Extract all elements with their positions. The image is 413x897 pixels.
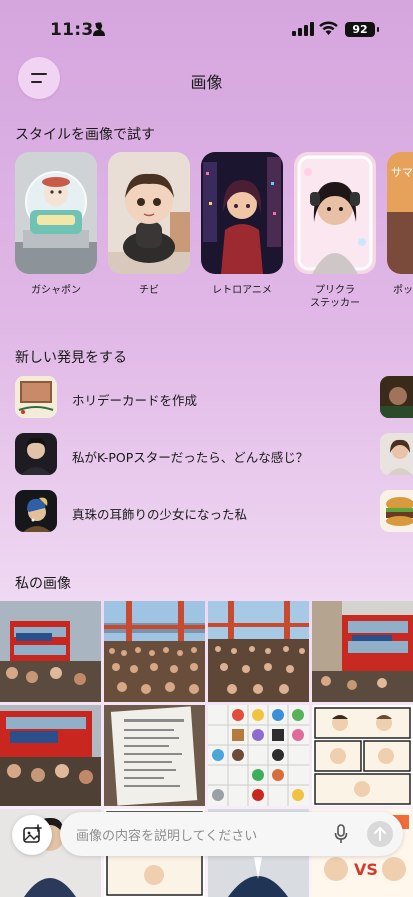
battery-tip [377,27,379,32]
image-upload-button[interactable] [12,815,52,855]
style-card-retro-anime[interactable] [201,152,283,274]
discover-item-kpop-star[interactable]: 私がK-POPスターだったら、どんな感じ？ [0,432,413,478]
svg-text:サマ: サマ [391,166,413,179]
side-thumbnail-1 [380,376,413,418]
style-card-partial[interactable]: サマ [387,152,413,274]
image-tile[interactable] [0,705,101,806]
image-tile[interactable] [208,601,309,702]
style-card-chibi[interactable] [108,152,190,274]
image-tile[interactable] [312,705,413,806]
styles-section-title: スタイルを画像で試す [15,127,155,143]
style-label-gashapon: ガシャポン [31,285,81,296]
my-images-title: 私の画像 [15,576,71,592]
retro-anime-thumbnail [201,152,283,274]
image-plus-icon [23,824,42,843]
microphone-icon[interactable] [334,824,348,844]
holiday-card-thumbnail [15,376,57,418]
side-thumbnail-2 [380,433,413,475]
side-thumbnail-3 [380,490,413,532]
wifi-icon [319,21,338,35]
discover-label-holiday-card: ホリデーカードを作成 [72,393,198,408]
style-card-gashapon[interactable] [15,152,97,274]
image-tile[interactable] [0,601,101,702]
discover-label-kpop-star: 私がK-POPスターだったら、どんな感じ？ [72,450,309,465]
style-label-retro-anime: レトロアニメ [212,285,272,296]
send-button[interactable] [367,821,393,847]
style-label-chibi: チビ [139,285,159,296]
image-tile[interactable] [104,705,205,806]
prompt-input[interactable]: 画像の内容を説明してください [60,812,403,856]
arrow-up-icon [374,827,386,841]
partial-style-thumbnail: サマ [387,152,413,274]
kpop-thumbnail [15,433,57,475]
prompt-placeholder: 画像の内容を説明してください [76,829,258,844]
purikura-thumbnail [294,152,376,274]
svg-text:VS: VS [354,860,378,879]
image-tile[interactable] [312,601,413,702]
person-icon [93,22,105,36]
discover-item-pearl-earring[interactable]: 真珠の耳飾りの少女になった私 [0,489,413,535]
image-tile[interactable] [104,601,205,702]
status-bar: 11:31 92 [0,0,413,44]
style-label-partial: ポッ [393,285,413,296]
style-label-purikura: プリクラ ステッカー [310,285,360,309]
discover-label-pearl-earring: 真珠の耳飾りの少女になった私 [72,507,248,522]
discover-item-holiday-card[interactable]: ホリデーカードを作成 [0,375,413,421]
chibi-thumbnail [108,152,190,274]
image-tile[interactable] [208,705,309,806]
gashapon-thumbnail [15,152,97,274]
discover-section-title: 新しい発見をする [15,350,127,366]
style-card-purikura-sticker[interactable] [294,152,376,274]
page-title: 画像 [190,73,223,92]
battery-indicator: 92 [345,22,375,37]
pearl-earring-thumbnail [15,490,57,532]
cellular-signal-icon [292,22,314,36]
